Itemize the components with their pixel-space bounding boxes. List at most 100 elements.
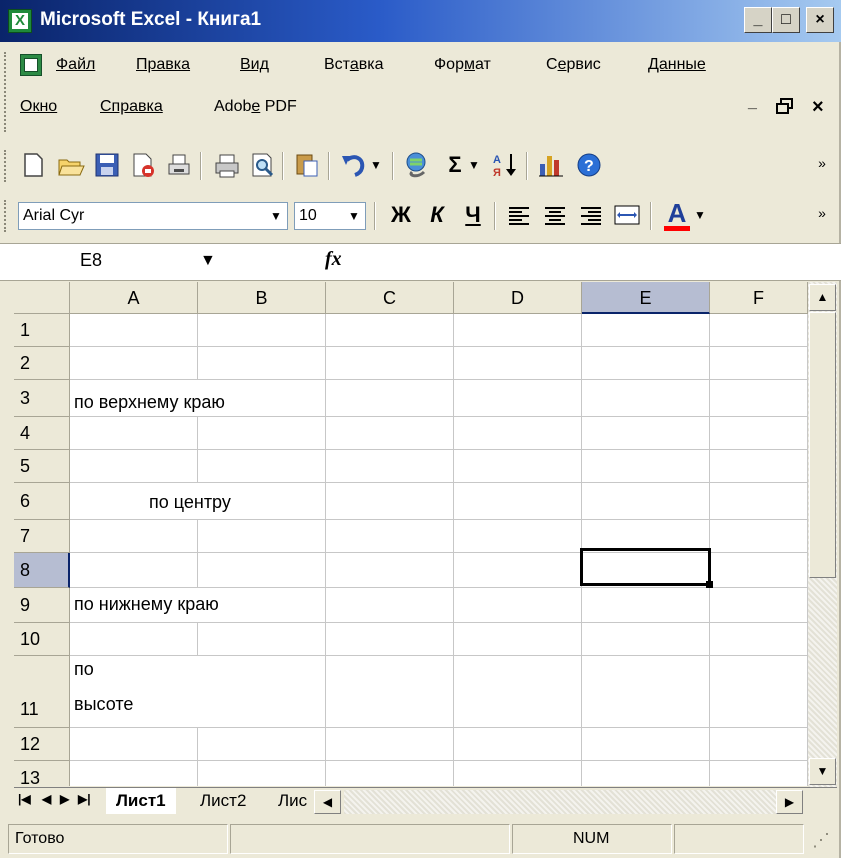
grid-cell[interactable] [710,623,808,656]
scroll-right-icon[interactable]: ▶ [776,790,803,814]
grid-cell[interactable] [326,347,454,380]
grid-cell[interactable] [326,761,454,786]
grid-cell[interactable] [582,656,710,728]
row-header-5[interactable]: 5 [14,450,70,483]
grid-cell[interactable] [710,728,808,761]
grid-cell[interactable] [198,761,326,786]
grid-cell[interactable] [582,728,710,761]
cell-a3[interactable]: по верхнему краю [74,392,225,413]
formatting-toolbar-grip[interactable] [4,200,10,232]
resize-grip-icon[interactable]: ⋰ [812,830,830,851]
row-header-8[interactable]: 8 [14,553,70,588]
column-header-e[interactable]: E [582,282,710,314]
grid-cell[interactable] [710,314,808,347]
merge-center-button[interactable] [612,200,642,230]
grid-cell[interactable] [198,623,326,656]
scroll-down-icon[interactable]: ▼ [809,758,836,785]
grid-cell[interactable] [198,553,326,588]
grid-cell[interactable] [70,520,198,553]
row-header-13[interactable]: 13 [14,761,70,786]
permission-button[interactable] [128,150,158,180]
hyperlink-button[interactable] [402,150,432,180]
horizontal-scrollbar[interactable] [344,790,776,814]
grid-cell[interactable] [198,520,326,553]
row-header-10[interactable]: 10 [14,623,70,656]
spreadsheet-grid[interactable]: A B C D E F 1 2 3 4 5 6 7 8 9 10 11 12 13 по верхнем… [14,282,808,786]
last-sheet-icon[interactable]: ▶| [78,792,91,806]
font-color-dropdown-arrow[interactable]: ▼ [692,200,708,230]
print-button[interactable] [212,150,242,180]
help-button[interactable]: ? [574,150,604,180]
font-color-button[interactable]: A [662,198,692,228]
grid-cell[interactable] [582,623,710,656]
grid-cell[interactable] [582,314,710,347]
grid-cell[interactable] [454,553,582,588]
grid-cell[interactable] [454,483,582,520]
menu-edit[interactable]: Правка [136,56,190,74]
row-header-11[interactable]: 11 [14,656,70,728]
column-header-b[interactable]: B [198,282,326,314]
save-button[interactable] [92,150,122,180]
grid-cell[interactable] [582,588,710,623]
toolbar-options-icon[interactable]: » [810,198,834,228]
next-sheet-icon[interactable]: ▶ [60,792,69,806]
row-header-2[interactable]: 2 [14,347,70,380]
grid-cell[interactable] [326,380,454,417]
name-box[interactable]: E8 ▼ [0,244,250,280]
grid-cell[interactable] [582,347,710,380]
doc-minimize-button[interactable]: _ [748,94,757,112]
menu-file[interactable]: Файл [56,56,95,74]
first-sheet-icon[interactable]: |◀ [18,792,31,806]
row-header-9[interactable]: 9 [14,588,70,623]
column-header-a[interactable]: A [70,282,198,314]
grid-cell[interactable] [198,417,326,450]
sheet-tab-list2[interactable]: Лист2 [190,788,256,814]
column-header-d[interactable]: D [454,282,582,314]
italic-button[interactable]: К [422,200,452,230]
grid-cell[interactable] [582,380,710,417]
menu-insert[interactable]: Вставка [324,56,383,74]
column-header-f[interactable]: F [710,282,808,314]
row-header-7[interactable]: 7 [14,520,70,553]
grid-cell[interactable] [710,761,808,786]
grid-cell[interactable] [70,347,198,380]
sort-ascending-button[interactable]: АЯ [490,150,520,180]
grid-cell[interactable] [326,483,454,520]
doc-close-button[interactable]: × [812,96,824,119]
grid-cell[interactable] [454,520,582,553]
insert-function-icon[interactable]: fx [325,248,342,271]
title-bar[interactable]: Microsoft Excel - Книга1 _ □ × [0,0,841,42]
new-button[interactable] [18,150,48,180]
doc-restore-button[interactable] [776,98,794,118]
grid-cell[interactable] [454,728,582,761]
grid-cell[interactable] [70,761,198,786]
minimize-button[interactable]: _ [744,7,772,33]
row-header-6[interactable]: 6 [14,483,70,520]
grid-cell[interactable] [70,417,198,450]
grid-cell[interactable] [326,314,454,347]
chart-wizard-button[interactable] [536,150,566,180]
paste-button[interactable] [292,150,322,180]
grid-cell[interactable] [326,417,454,450]
grid-cell[interactable] [710,450,808,483]
column-header-c[interactable]: C [326,282,454,314]
undo-button[interactable] [338,150,368,180]
sheet-tab-list1[interactable]: Лист1 [106,788,176,814]
grid-cell[interactable] [198,314,326,347]
grid-cell[interactable] [454,623,582,656]
select-all-corner[interactable] [14,282,70,314]
cell-a11-line1[interactable]: по [74,659,94,680]
grid-cell[interactable] [710,380,808,417]
grid-cell[interactable] [70,656,326,728]
font-name-select[interactable]: Arial Cyr ▼ [18,202,288,230]
grid-cell[interactable] [582,761,710,786]
excel-app-icon[interactable] [8,9,32,33]
grid-cell[interactable] [582,417,710,450]
grid-cell[interactable] [454,656,582,728]
menu-data[interactable]: Данные [648,56,706,74]
underline-button[interactable]: Ч [458,200,488,230]
cell-a6[interactable]: по центру [149,492,231,513]
workbook-icon[interactable] [20,54,42,76]
close-button[interactable]: × [806,7,834,33]
align-center-button[interactable] [540,200,570,230]
